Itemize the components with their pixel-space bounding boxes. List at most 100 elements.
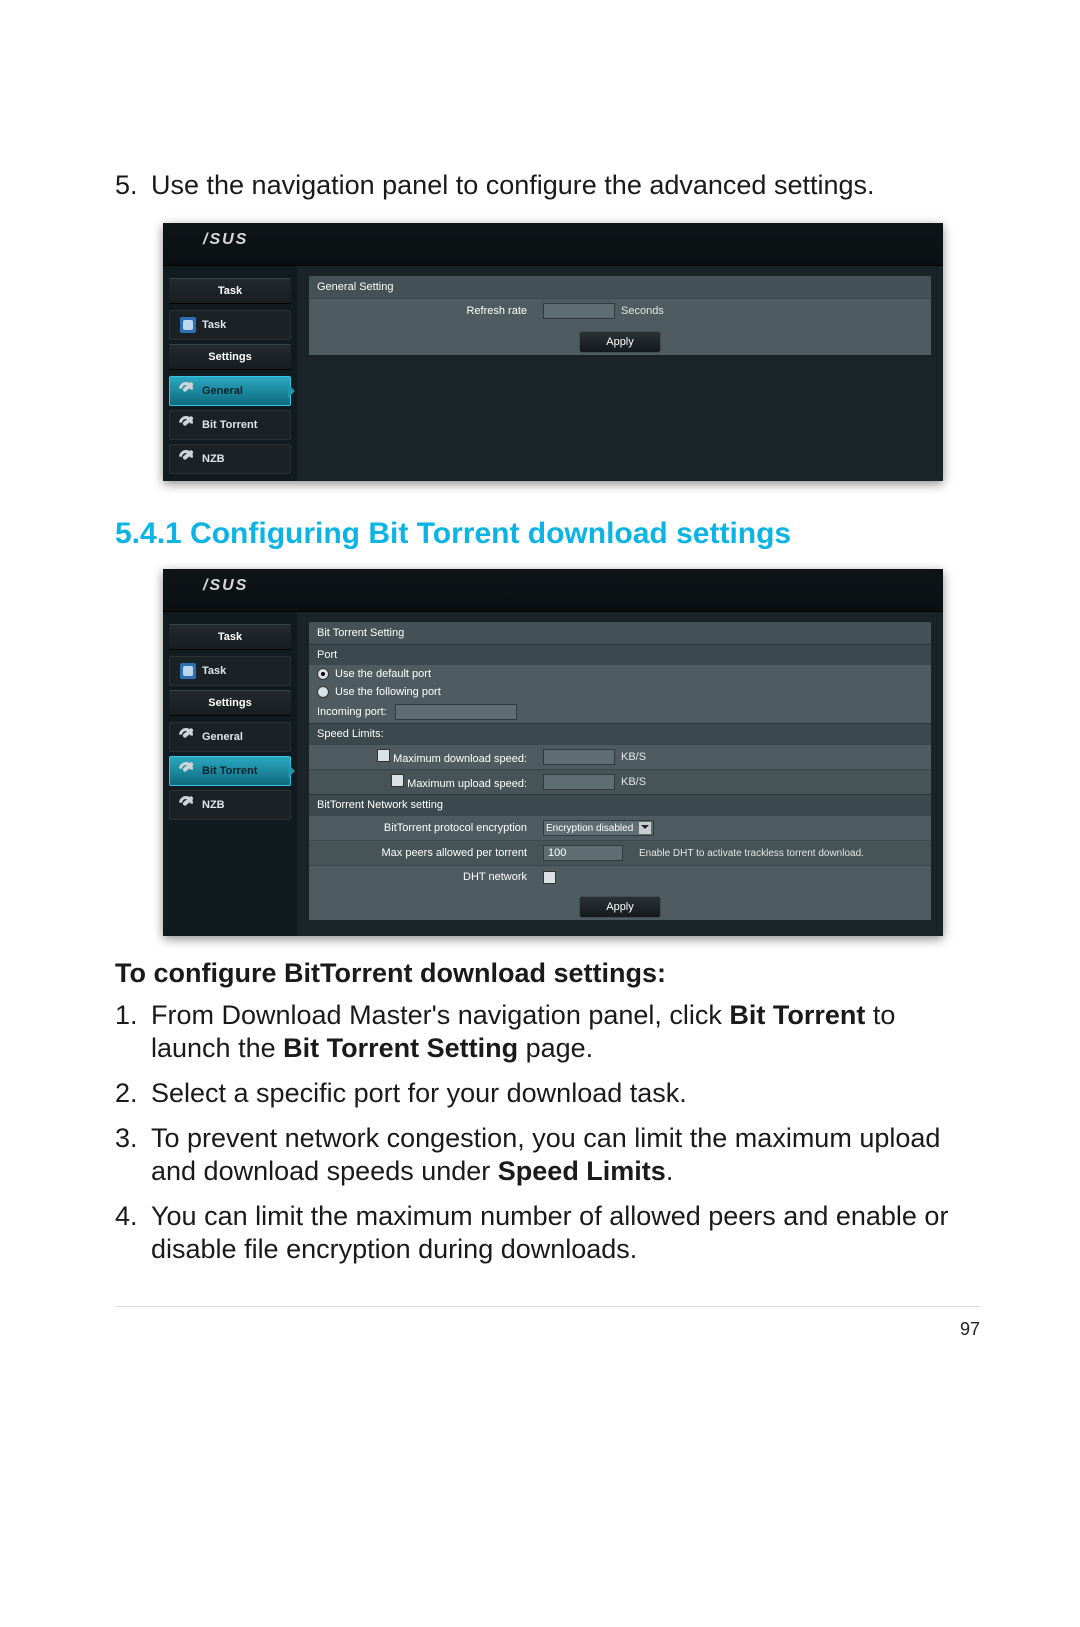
step-num: 5.: [115, 170, 151, 201]
content-panel: General Setting Refresh rate Seconds App…: [297, 266, 943, 481]
t: Bit Torrent: [729, 1000, 865, 1030]
sidebar: Task Task Settings General Bit Torrent N…: [163, 266, 297, 481]
sidebar-header-settings: Settings: [169, 690, 291, 716]
wrench-icon: [180, 451, 196, 467]
content-panel: Bit Torrent Setting Port Use the default…: [297, 612, 943, 936]
row-max-download: Maximum download speed: KB/S: [309, 744, 931, 769]
step-2: 2. Select a specific port for your downl…: [115, 1077, 980, 1110]
task-icon: [180, 663, 196, 679]
wrench-icon: [180, 417, 196, 433]
sidebar-header-task: Task: [169, 278, 291, 304]
task-icon: [180, 317, 196, 333]
radio-default-port[interactable]: Use the default port: [309, 665, 931, 683]
row-max-upload: Maximum upload speed: KB/S: [309, 769, 931, 794]
wrench-icon: [180, 383, 196, 399]
sidebar-item-general[interactable]: General: [169, 376, 291, 406]
apply-bar: Apply: [309, 888, 931, 920]
step-text: Use the navigation panel to configure th…: [151, 170, 875, 201]
t: Speed Limits: [498, 1156, 666, 1186]
dropdown-value: Encryption disabled: [546, 823, 633, 834]
wrench-icon: [180, 763, 196, 779]
step-4: 4. You can limit the maximum number of a…: [115, 1200, 980, 1266]
sidebar: Task Task Settings General Bit Torrent N…: [163, 612, 297, 936]
footer-rule: [115, 1306, 980, 1307]
section-port: Port: [309, 644, 931, 665]
kbs-label: KB/S: [621, 751, 646, 763]
section-network: BitTorrent Network setting: [309, 794, 931, 815]
screenshot-general-setting: /SUS Task Task Settings General Bit Torr…: [163, 223, 943, 481]
apply-bar: Apply: [309, 323, 931, 355]
sidebar-item-task[interactable]: Task: [169, 656, 291, 686]
max-dl-input[interactable]: [543, 749, 615, 765]
sidebar-item-label: NZB: [202, 799, 225, 811]
sidebar-item-task[interactable]: Task: [169, 310, 291, 340]
step-1: 1. From Download Master's navigation pan…: [115, 999, 980, 1065]
sidebar-item-nzb[interactable]: NZB: [169, 444, 291, 474]
sidebar-item-label: General: [202, 385, 243, 397]
peers-input[interactable]: 100: [543, 845, 623, 861]
wrench-icon: [180, 729, 196, 745]
encryption-dropdown[interactable]: Encryption disabled: [543, 820, 654, 836]
t: page.: [518, 1033, 593, 1063]
label-max-dl: Maximum download speed:: [393, 753, 527, 765]
sidebar-item-nzb[interactable]: NZB: [169, 790, 291, 820]
sidebar-item-label: NZB: [202, 453, 225, 465]
step-num: 2.: [115, 1077, 151, 1110]
brand-bar: /SUS: [163, 569, 943, 612]
incoming-port-input[interactable]: [395, 704, 517, 720]
step-5: 5. Use the navigation panel to configure…: [115, 170, 980, 201]
section-heading: 5.4.1 Configuring Bit Torrent download s…: [115, 517, 980, 551]
step-num: 1.: [115, 999, 151, 1065]
label-dht: DHT network: [309, 867, 535, 887]
step-num: 3.: [115, 1122, 151, 1188]
screenshot-bittorrent-setting: /SUS Task Task Settings General Bit Torr…: [163, 569, 943, 936]
label-encryption: BitTorrent protocol encryption: [309, 818, 535, 838]
sidebar-item-general[interactable]: General: [169, 722, 291, 752]
row-incoming-port: Incoming port:: [309, 701, 931, 723]
radio-icon: [317, 686, 329, 698]
radio-label: Use the default port: [335, 668, 431, 680]
subheading: To configure BitTorrent download setting…: [115, 958, 980, 989]
kbs-label: KB/S: [621, 776, 646, 788]
sidebar-item-label: Bit Torrent: [202, 419, 257, 431]
apply-button[interactable]: Apply: [579, 331, 661, 353]
steps-list: 1. From Download Master's navigation pan…: [115, 999, 980, 1266]
incoming-port-label: Incoming port:: [317, 706, 387, 718]
label-max-ul: Maximum upload speed:: [407, 778, 527, 790]
t: Select a specific port for your download…: [151, 1078, 687, 1108]
row-encryption: BitTorrent protocol encryption Encryptio…: [309, 815, 931, 840]
panel-title: General Setting: [309, 276, 931, 298]
t: Bit Torrent Setting: [283, 1033, 518, 1063]
checkbox-max-dl[interactable]: [377, 749, 390, 762]
radio-icon: [317, 668, 329, 680]
sidebar-item-label: Task: [202, 319, 226, 331]
sidebar-item-label: General: [202, 731, 243, 743]
radio-label: Use the following port: [335, 686, 441, 698]
row-refresh: Refresh rate Seconds: [309, 298, 931, 323]
checkbox-dht[interactable]: [543, 871, 556, 884]
step-3: 3. To prevent network congestion, you ca…: [115, 1122, 980, 1188]
section-speed: Speed Limits:: [309, 723, 931, 744]
wrench-icon: [180, 797, 196, 813]
radio-following-port[interactable]: Use the following port: [309, 683, 931, 701]
row-dht: DHT network: [309, 865, 931, 888]
sidebar-header-settings: Settings: [169, 344, 291, 370]
row-max-peers: Max peers allowed per torrent 100 Enable…: [309, 840, 931, 865]
panel-title: Bit Torrent Setting: [309, 622, 931, 644]
step-num: 4.: [115, 1200, 151, 1266]
sidebar-item-bittorrent[interactable]: Bit Torrent: [169, 410, 291, 440]
brand-bar: /SUS: [163, 223, 943, 266]
refresh-input[interactable]: [543, 303, 615, 319]
dht-hint: Enable DHT to activate trackless torrent…: [629, 848, 864, 859]
seconds-label: Seconds: [621, 305, 664, 317]
sidebar-item-bittorrent[interactable]: Bit Torrent: [169, 756, 291, 786]
chevron-down-icon: [639, 822, 651, 834]
sidebar-item-label: Task: [202, 665, 226, 677]
sidebar-header-task: Task: [169, 624, 291, 650]
max-ul-input[interactable]: [543, 774, 615, 790]
apply-button[interactable]: Apply: [579, 896, 661, 918]
sidebar-item-label: Bit Torrent: [202, 765, 257, 777]
checkbox-max-ul[interactable]: [391, 774, 404, 787]
page-number: 97: [115, 1319, 980, 1340]
t: You can limit the maximum number of allo…: [151, 1201, 948, 1264]
